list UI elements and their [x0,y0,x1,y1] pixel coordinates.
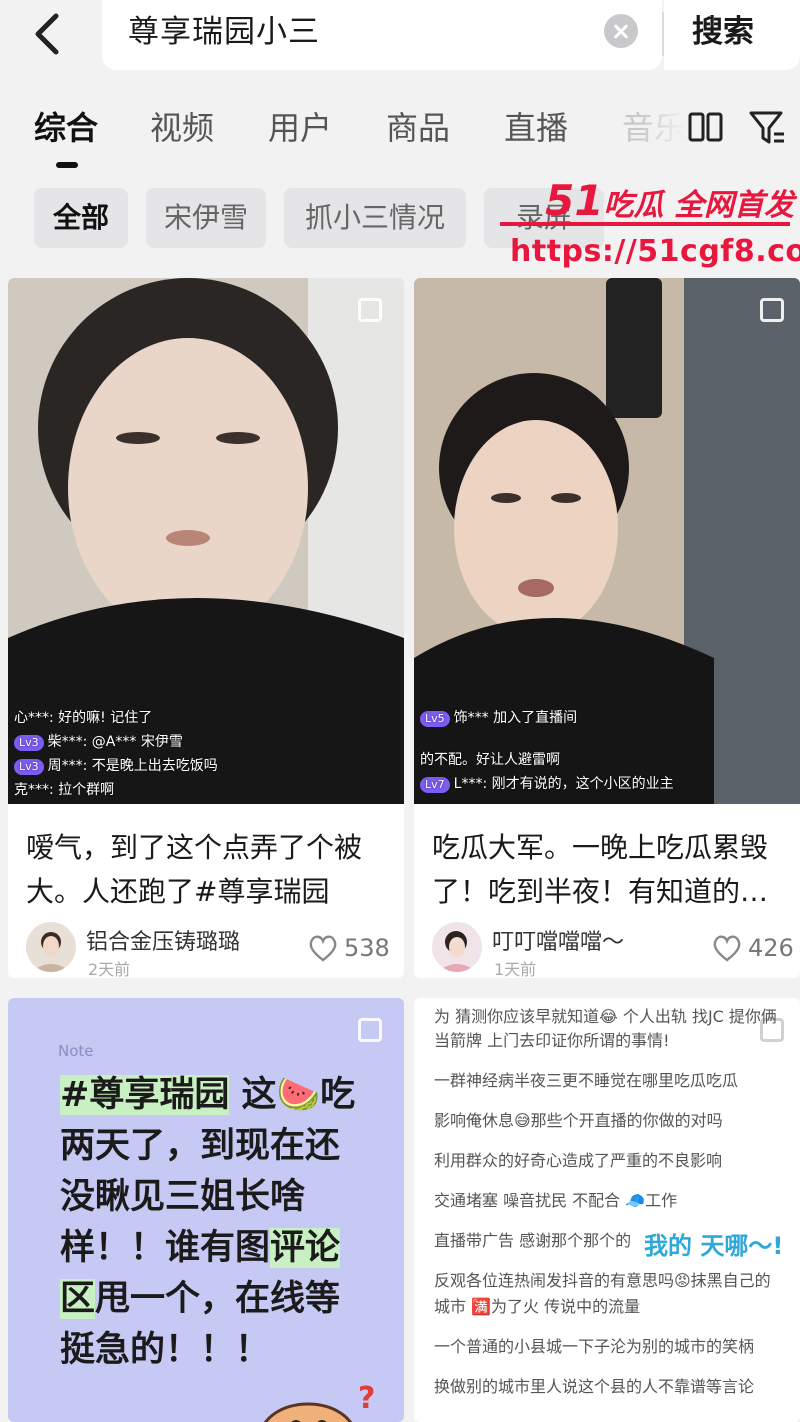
post-time: 1天前 [494,960,537,978]
video-thumbnail: 心***: 好的嘛! 记住了 Lv3 柴***: @A*** 宋伊雪 Lv3 周**… [8,278,404,804]
text-line: 一群神经病半夜三更不睡觉在哪里吃瓜吃瓜 [434,1071,739,1090]
author-name[interactable]: 叮叮噹噹噹～ [492,924,624,956]
text-line: 交通堵塞 噪音扰民 不配合 🧢工作 [434,1191,678,1210]
multi-item-icon [358,298,382,322]
post-time: 2天前 [88,960,131,978]
active-tab-indicator [56,162,78,168]
video-card-1[interactable]: 心***: 好的嘛! 记住了 Lv3 柴***: @A*** 宋伊雪 Lv3 周**… [8,278,404,978]
live-comment: 克***: 拉个群啊 [14,782,115,798]
heart-icon[interactable] [308,934,338,962]
live-comment: 心***: 好的嘛! 记住了 [14,710,153,726]
avatar[interactable] [432,922,482,972]
author-name[interactable]: 铝合金压铸璐璐 [86,924,240,956]
note-tag: Note [58,1042,94,1060]
text-line: 当箭牌 上门去印证你所谓的事情! [434,1031,670,1050]
tab-live[interactable]: 直播 [504,106,568,150]
clear-icon[interactable] [604,14,638,48]
text-line: 城市 🈵为了火 传说中的流量 [434,1297,641,1316]
text-line: 换做别的城市里人说这个县的人不靠谱等言论 [434,1377,755,1396]
live-comment: 的不配。好让人避雷啊 [420,752,560,768]
chevron-left-icon [35,13,59,55]
search-query: 尊享瑞园小三 [128,14,320,50]
sticker-caption: 我的 天哪～! [644,1232,784,1260]
top-search-bar: 尊享瑞园小三 搜索 [0,0,800,78]
chip-catch-mistress[interactable]: 抓小三情况 [284,188,466,248]
video-thumbnail: Lv5 饰*** 加入了直播间 的不配。好让人避雷啊 Lv7 L***: 刚才有说的… [414,278,800,804]
tab-bar: 综合 视频 用户 商品 直播 音乐 [0,88,800,178]
thinking-face-icon: ? [263,1381,375,1422]
watermark: 51吃瓜 全网首发 https://51cgf8.com [500,176,800,276]
text-line: 反观各位连热闹发抖音的有意思吗😡抹黑自己的 [434,1271,771,1290]
tab-users[interactable]: 用户 [268,106,332,150]
svg-text:?: ? [358,1381,375,1416]
tab-video[interactable]: 视频 [150,106,214,150]
live-comment: Lv7 L***: 刚才有说的，这个小区的业主 [420,774,674,794]
watermark-url: https://51cgf8.com [510,234,800,269]
chip-all[interactable]: 全部 [34,188,128,248]
search-button-label: 搜索 [692,14,754,50]
watermark-brand: 51吃瓜 全网首发 [545,176,794,225]
card-title: 吃瓜大军。一晚上吃瓜累毁了！吃到半夜！有知道的… [432,831,769,908]
card-title: 嗳气，到了这个点弄了个被大。人还跑了#尊享瑞园 [26,831,363,908]
filter-icon[interactable] [748,108,786,148]
back-button[interactable] [22,8,76,60]
note-card[interactable]: Note #尊享瑞园 这🍉吃两天了，到现在还没瞅见三姐长啥样！！谁有图评论区甩一… [8,998,404,1422]
tab-products[interactable]: 商品 [386,106,450,150]
video-card-2[interactable]: Lv5 饰*** 加入了直播间 的不配。好让人避雷啊 Lv7 L***: 刚才有说的… [414,278,800,978]
search-input[interactable]: 尊享瑞园小三 [102,0,664,70]
text-post-card[interactable]: 为 猜测你应该早就知道😂 个人出轨 找JC 提你俩 当箭牌 上门去印证你所谓的事… [414,998,800,1422]
search-button[interactable]: 搜索 [664,0,800,70]
watermark-bar [500,222,790,226]
text-line: 影响俺休息😅那些个开直播的你做的对吗 [434,1111,723,1130]
tab-all[interactable]: 综合 [34,106,98,150]
like-count: 426 [748,934,794,962]
live-comment: Lv3 周***: 不是晚上出去吃饭吗 [14,756,218,776]
live-comment: Lv5 饰*** 加入了直播间 [420,708,577,728]
layout-toggle-icon[interactable] [688,110,724,146]
text-line: 利用群众的好奇心造成了严重的不良影响 [434,1151,723,1170]
chip-song-yixue[interactable]: 宋伊雪 [146,188,266,248]
multi-item-icon [760,298,784,322]
multi-item-icon [358,1018,382,1042]
text-line: 一个普通的小县城一下子沦为别的城市的笑柄 [434,1337,755,1356]
tab-fade [640,98,686,168]
text-line: 直播带广告 感谢那个那个的 [434,1231,632,1250]
live-comment: Lv3 柴***: @A*** 宋伊雪 [14,732,183,752]
heart-icon[interactable] [712,934,742,962]
note-text: #尊享瑞园 这🍉吃两天了，到现在还没瞅见三姐长啥样！！谁有图评论区甩一个，在线等… [60,1075,356,1370]
avatar[interactable] [26,922,76,972]
text-line: 为 猜测你应该早就知道😂 个人出轨 找JC 提你俩 [434,1007,777,1026]
like-count: 538 [344,934,390,962]
